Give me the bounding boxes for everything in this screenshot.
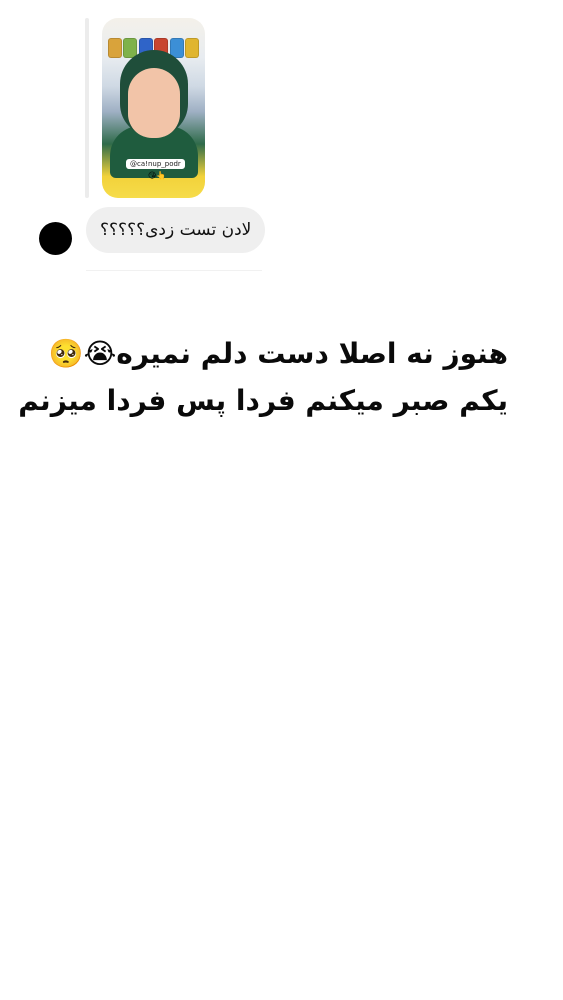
product-jar [154, 38, 169, 58]
sender-avatar[interactable] [39, 222, 72, 255]
caption-line-2: یکم صبر میکنم فردا پس فردا میزنم [18, 384, 508, 417]
overlay-caption: هنوز نه اصلا دست دلم نمیره😭🥺 یکم صبر میک… [18, 330, 508, 424]
mention-sticker: @ca!nup_podr [126, 159, 185, 169]
story-reply-indicator [85, 18, 89, 198]
message-bubble[interactable]: لادن تست زدی؟؟؟؟؟ [86, 207, 266, 253]
divider [86, 270, 262, 271]
product-jar [184, 38, 199, 58]
story-thumbnail[interactable]: @ca!nup_podr 😘👆 [102, 18, 205, 198]
screenshot-page: @ca!nup_podr 😘👆 لادن تست زدی؟؟؟؟؟ هنوز ن… [0, 0, 563, 1000]
emoji-sticker: 😘👆 [148, 171, 167, 180]
product-jar [108, 38, 122, 58]
message-text: لادن تست زدی؟؟؟؟؟ [100, 220, 252, 240]
story-person-face [128, 68, 180, 138]
product-jar [169, 38, 184, 58]
product-jar [138, 38, 153, 58]
caption-line-1: هنوز نه اصلا دست دلم نمیره😭🥺 [48, 337, 508, 370]
product-jar [123, 38, 138, 58]
product-shelf [108, 36, 199, 58]
